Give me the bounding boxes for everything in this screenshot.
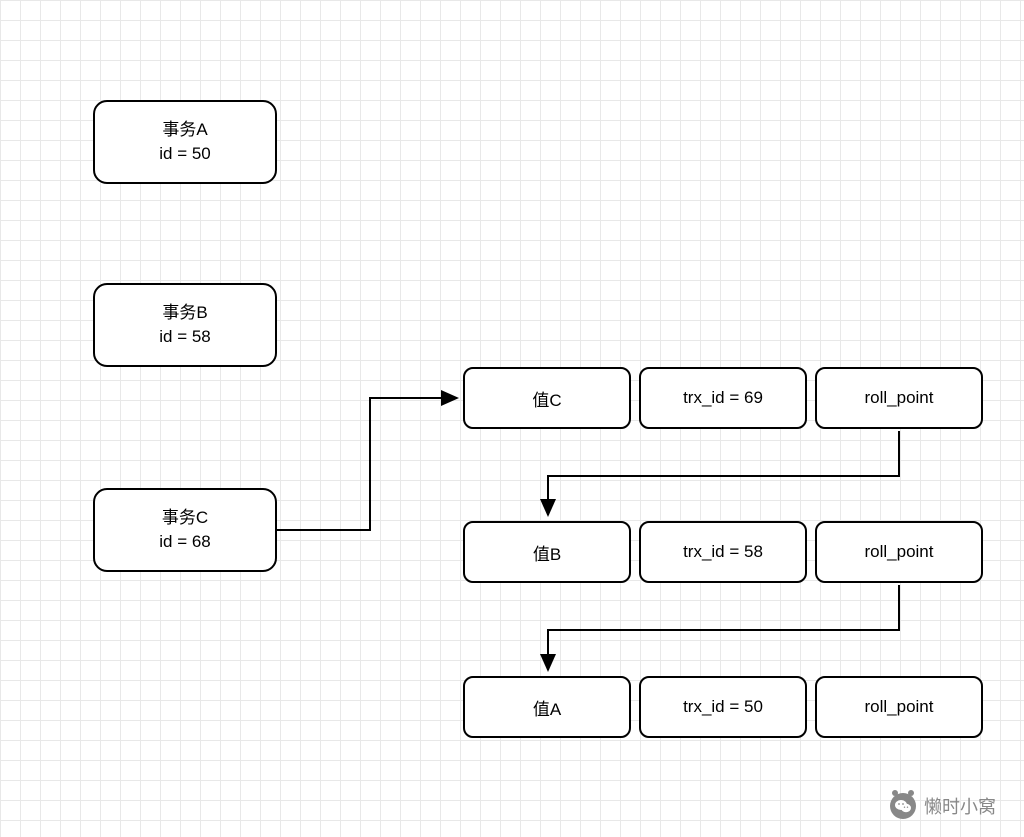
watermark: 懒时小窝 <box>890 793 996 819</box>
row1-trx-cell: trx_id = 69 <box>639 367 807 429</box>
transaction-b-id: id = 58 <box>159 325 211 349</box>
wechat-icon <box>890 793 916 819</box>
arrow-row2-to-row3 <box>548 585 899 670</box>
arrow-row1-to-row2 <box>548 431 899 515</box>
version-row-2: 值B trx_id = 58 roll_point <box>463 521 983 583</box>
row3-roll: roll_point <box>865 697 934 717</box>
row1-trx: trx_id = 69 <box>683 388 763 408</box>
transaction-c-node: 事务C id = 68 <box>93 488 277 572</box>
row3-value-cell: 值A <box>463 676 631 738</box>
transaction-b-title: 事务B <box>162 301 207 325</box>
row3-trx: trx_id = 50 <box>683 697 763 717</box>
row2-roll-cell: roll_point <box>815 521 983 583</box>
row1-roll-cell: roll_point <box>815 367 983 429</box>
version-row-3: 值A trx_id = 50 roll_point <box>463 676 983 738</box>
row3-roll-cell: roll_point <box>815 676 983 738</box>
arrow-txc-to-row1 <box>277 398 457 530</box>
transaction-a-id: id = 50 <box>159 142 211 166</box>
row2-trx: trx_id = 58 <box>683 542 763 562</box>
transaction-a-title: 事务A <box>162 118 207 142</box>
transaction-b-node: 事务B id = 58 <box>93 283 277 367</box>
row2-roll: roll_point <box>865 542 934 562</box>
transaction-c-title: 事务C <box>162 506 208 530</box>
transaction-a-node: 事务A id = 50 <box>93 100 277 184</box>
version-row-1: 值C trx_id = 69 roll_point <box>463 367 983 429</box>
row1-value-cell: 值C <box>463 367 631 429</box>
row3-trx-cell: trx_id = 50 <box>639 676 807 738</box>
row2-value: 值B <box>533 540 561 565</box>
row2-trx-cell: trx_id = 58 <box>639 521 807 583</box>
transaction-c-id: id = 68 <box>159 530 211 554</box>
row2-value-cell: 值B <box>463 521 631 583</box>
row1-value: 值C <box>532 386 561 411</box>
row1-roll: roll_point <box>865 388 934 408</box>
row3-value: 值A <box>533 695 561 720</box>
watermark-text: 懒时小窝 <box>924 793 996 819</box>
